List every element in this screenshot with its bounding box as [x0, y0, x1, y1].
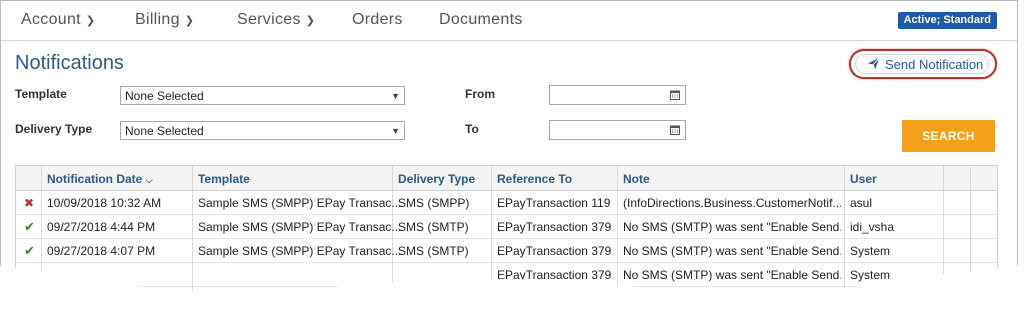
from-label: From — [465, 87, 495, 101]
cell-reference: EPayTransaction 379 — [497, 220, 612, 234]
error-icon: ✖ — [24, 196, 35, 210]
column-header-label: Notification Date — [47, 172, 143, 186]
cell-reference: EPayTransaction 379 — [497, 244, 612, 258]
dropdown-arrow-icon: ▼ — [391, 126, 400, 136]
checkmark-icon: ✔ — [24, 267, 35, 282]
cell-reference: EPayTransaction 379 — [497, 268, 612, 282]
cell-template: Sample SMS (SMPP) EPay Transac... — [198, 220, 402, 234]
send-notification-button[interactable]: Send Notification — [849, 49, 997, 79]
template-label: Template — [15, 87, 67, 101]
cell-user: System — [850, 268, 891, 282]
template-select-value: None Selected — [125, 89, 204, 103]
calendar-icon[interactable] — [670, 90, 680, 100]
from-date-input[interactable] — [549, 85, 686, 105]
column-header-user[interactable]: User — [850, 172, 877, 186]
nav-services-label: Services — [237, 11, 301, 28]
column-header-template[interactable]: Template — [198, 172, 250, 186]
cell-note: (InfoDirections.Business.CustomerNotif..… — [623, 196, 841, 210]
cell-date: 10/09/2018 10:32 AM — [47, 196, 162, 210]
delivery-type-label: Delivery Type — [15, 122, 93, 136]
screenshot-frame: Account ❯ Billing ❯ Services ❯ Orders Docum… — [0, 0, 1018, 293]
cell-user: idi_vsha — [850, 220, 895, 234]
cell-template: Sample SMS (SMPP) EPay Transac... — [198, 196, 402, 210]
nav-billing[interactable]: Billing ❯ — [135, 11, 194, 29]
notifications-table: Notification Date ⌵ Template Delivery Ty… — [15, 165, 998, 293]
cell-user: System — [850, 244, 891, 258]
page-title: Notifications — [15, 52, 124, 74]
nav-services[interactable]: Services ❯ — [237, 11, 315, 29]
paper-plane-icon — [867, 57, 880, 70]
nav-account[interactable]: Account ❯ — [21, 11, 95, 29]
cell-reference: EPayTransaction 119 — [497, 196, 611, 210]
cell-template: Sample SMS (SMPP) EPay Transac... — [198, 244, 402, 258]
table-row[interactable]: ✔ 09/27/2018 4:07 PM Sample SMS (SMPP) E… — [16, 238, 997, 263]
cell-note: No SMS (SMTP) was sent "Enable Send... — [623, 244, 841, 258]
table-row[interactable]: ✔ EPayTransaction 379 No SMS (SMTP) was … — [16, 262, 997, 287]
cell-note: No SMS (SMTP) was sent "Enable Send... — [623, 220, 841, 234]
cell-note: No SMS (SMTP) was sent "Enable Send... — [623, 268, 841, 282]
nav-documents[interactable]: Documents — [439, 11, 523, 29]
delivery-type-select-value: None Selected — [125, 124, 204, 138]
template-select[interactable]: None Selected ▼ — [120, 86, 405, 105]
nav-orders[interactable]: Orders — [352, 11, 403, 29]
table-row[interactable]: ✖ 10/09/2018 10:32 AM Sample SMS (SMPP) … — [16, 190, 997, 215]
column-header-reference-to[interactable]: Reference To — [497, 172, 572, 186]
chevron-down-icon: ❯ — [305, 15, 316, 27]
nav-orders-label: Orders — [352, 11, 403, 28]
column-header-delivery-type[interactable]: Delivery Type — [398, 172, 475, 186]
checkmark-icon: ✔ — [24, 219, 35, 234]
send-notification-label: Send Notification — [885, 57, 984, 72]
chevron-down-icon: ❯ — [85, 15, 96, 27]
column-header-notification-date[interactable]: Notification Date ⌵ — [47, 172, 153, 186]
checkmark-icon: ✔ — [24, 243, 35, 258]
cell-date: 09/27/2018 4:44 PM — [47, 220, 156, 234]
to-date-input[interactable] — [549, 120, 686, 140]
cell-delivery-type: SMS (SMPP) — [398, 196, 470, 210]
nav-documents-label: Documents — [439, 11, 523, 28]
nav-billing-label: Billing — [135, 11, 180, 28]
sort-desc-icon: ⌵ — [145, 175, 153, 185]
status-badge: Active; Standard — [897, 12, 997, 29]
column-header-note[interactable]: Note — [623, 172, 650, 186]
top-nav: Account ❯ Billing ❯ Services ❯ Orders Docum… — [1, 1, 1017, 41]
cell-date: 09/27/2018 4:07 PM — [47, 244, 156, 258]
dropdown-arrow-icon: ▼ — [391, 91, 400, 101]
delivery-type-select[interactable]: None Selected ▼ — [120, 121, 405, 140]
cell-delivery-type: SMS (SMTP) — [398, 220, 469, 234]
cell-delivery-type: SMS (SMTP) — [398, 244, 469, 258]
table-row[interactable]: ✔ 09/27/2018 4:44 PM Sample SMS (SMPP) E… — [16, 214, 997, 239]
to-label: To — [465, 122, 479, 136]
calendar-icon[interactable] — [670, 125, 680, 135]
search-button[interactable]: SEARCH — [902, 120, 995, 152]
chevron-down-icon: ❯ — [184, 15, 195, 27]
cell-user: asul — [850, 196, 873, 210]
nav-account-label: Account — [21, 11, 81, 28]
